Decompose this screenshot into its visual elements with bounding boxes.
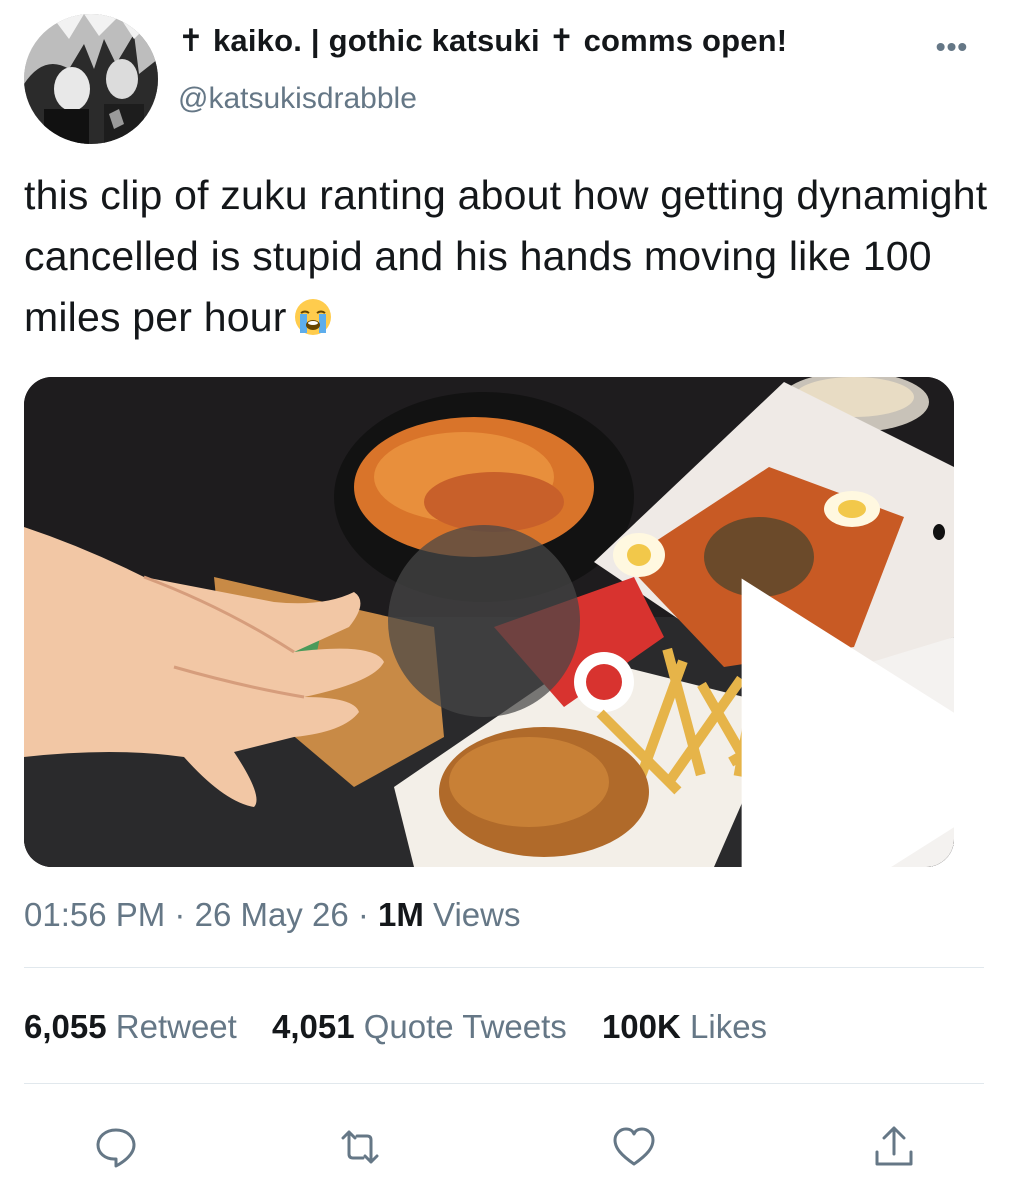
reply-button[interactable] [92,1123,140,1171]
tweet-date[interactable]: 26 May 26 [195,896,349,933]
author-handle[interactable]: @katsukisdrabble [178,80,417,118]
retweets-label: Retweet [115,1008,237,1045]
heart-icon [613,1127,655,1166]
tweet-time[interactable]: 01:56 PM [24,896,165,933]
author-display-name[interactable]: ✝ kaiko. | gothic katsuki ✝ comms open! [178,22,787,60]
play-icon [741,578,954,867]
reply-icon [96,1128,136,1168]
meta-separator: · [357,896,369,933]
loudly-crying-face-icon [294,299,331,335]
share-icon [875,1126,913,1166]
avatar[interactable] [24,14,158,144]
quotes-count: 4,051 [272,1008,355,1045]
like-button[interactable] [610,1123,658,1171]
likes-count: 100K [601,1008,681,1045]
retweet-button[interactable] [336,1123,384,1171]
views-label: Views [433,896,521,933]
quotes-stat[interactable]: 4,051 Quote Tweets [272,1008,567,1045]
share-button[interactable] [870,1123,918,1171]
divider [24,967,984,968]
meta-separator: · [174,896,186,933]
likes-label: Likes [690,1008,768,1045]
retweet-icon [341,1130,379,1164]
likes-stat[interactable]: 100K Likes [602,1008,767,1045]
avatar-artwork [24,14,158,144]
play-button[interactable] [388,525,954,867]
retweets-stat[interactable]: 6,055 Retweet [24,1008,237,1045]
tweet-stats: 6,055 Retweet 4,051 Quote Tweets 100K Li… [24,1005,793,1049]
more-options-button[interactable]: ••• [930,31,974,62]
quotes-label: Quote Tweets [363,1008,567,1045]
tweet-body: this clip of zuku ranting about how gett… [24,172,988,340]
tweet-text: this clip of zuku ranting about how gett… [24,165,999,348]
tweet-meta: 01:56 PM · 26 May 26 · 1M Views [24,893,520,937]
retweets-count: 6,055 [24,1008,107,1045]
views-count: 1M [378,896,424,933]
more-horizontal-icon: ••• [935,31,969,62]
divider [24,1083,984,1084]
video-thumbnail[interactable] [24,377,954,867]
